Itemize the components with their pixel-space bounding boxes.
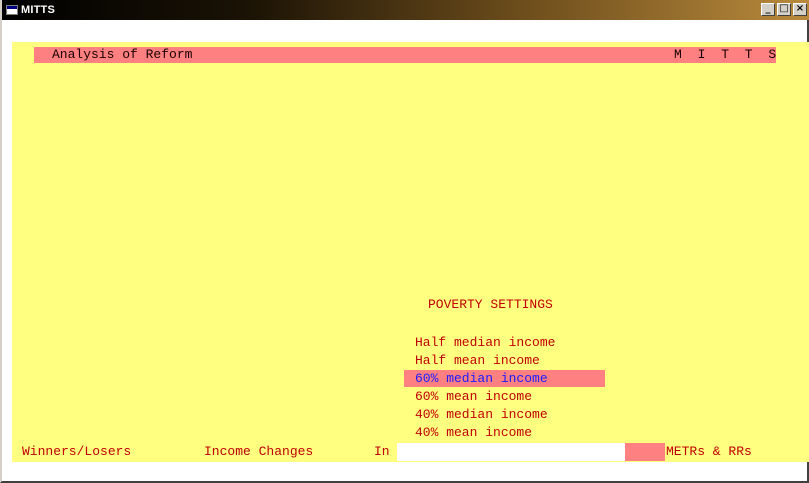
- app-window: MITTS _ □ × Analysis of Reform M I T T S…: [0, 0, 809, 483]
- option-60-median[interactable]: 60% median income: [415, 371, 548, 387]
- option-half-median[interactable]: Half median income: [415, 335, 555, 351]
- brand-label: M I T T S: [674, 47, 781, 62]
- console-screen: [12, 42, 809, 462]
- poverty-settings-title: POVERTY SETTINGS: [428, 297, 553, 312]
- window-title: MITTS: [21, 4, 55, 16]
- maximize-icon[interactable]: □: [777, 3, 791, 16]
- option-40-mean[interactable]: 40% mean income: [415, 425, 532, 441]
- option-40-median[interactable]: 40% median income: [415, 407, 548, 423]
- menu-highlight: [625, 443, 665, 461]
- title-bar[interactable]: MITTS _ □ ×: [2, 0, 809, 20]
- menu-income-changes[interactable]: Income Changes: [204, 444, 313, 460]
- window-controls: _ □ ×: [761, 3, 807, 16]
- minimize-icon[interactable]: _: [761, 3, 775, 16]
- menu-gap: [397, 443, 625, 461]
- app-icon[interactable]: [6, 5, 18, 15]
- option-half-mean[interactable]: Half mean income: [415, 353, 540, 369]
- menu-winners-losers[interactable]: Winners/Losers: [22, 444, 131, 460]
- page-title: Analysis of Reform: [52, 47, 193, 62]
- menu-in[interactable]: In: [374, 444, 390, 460]
- close-icon[interactable]: ×: [793, 3, 807, 16]
- option-60-mean[interactable]: 60% mean income: [415, 389, 532, 405]
- menu-metrs-rrs[interactable]: METRs & RRs: [666, 444, 752, 460]
